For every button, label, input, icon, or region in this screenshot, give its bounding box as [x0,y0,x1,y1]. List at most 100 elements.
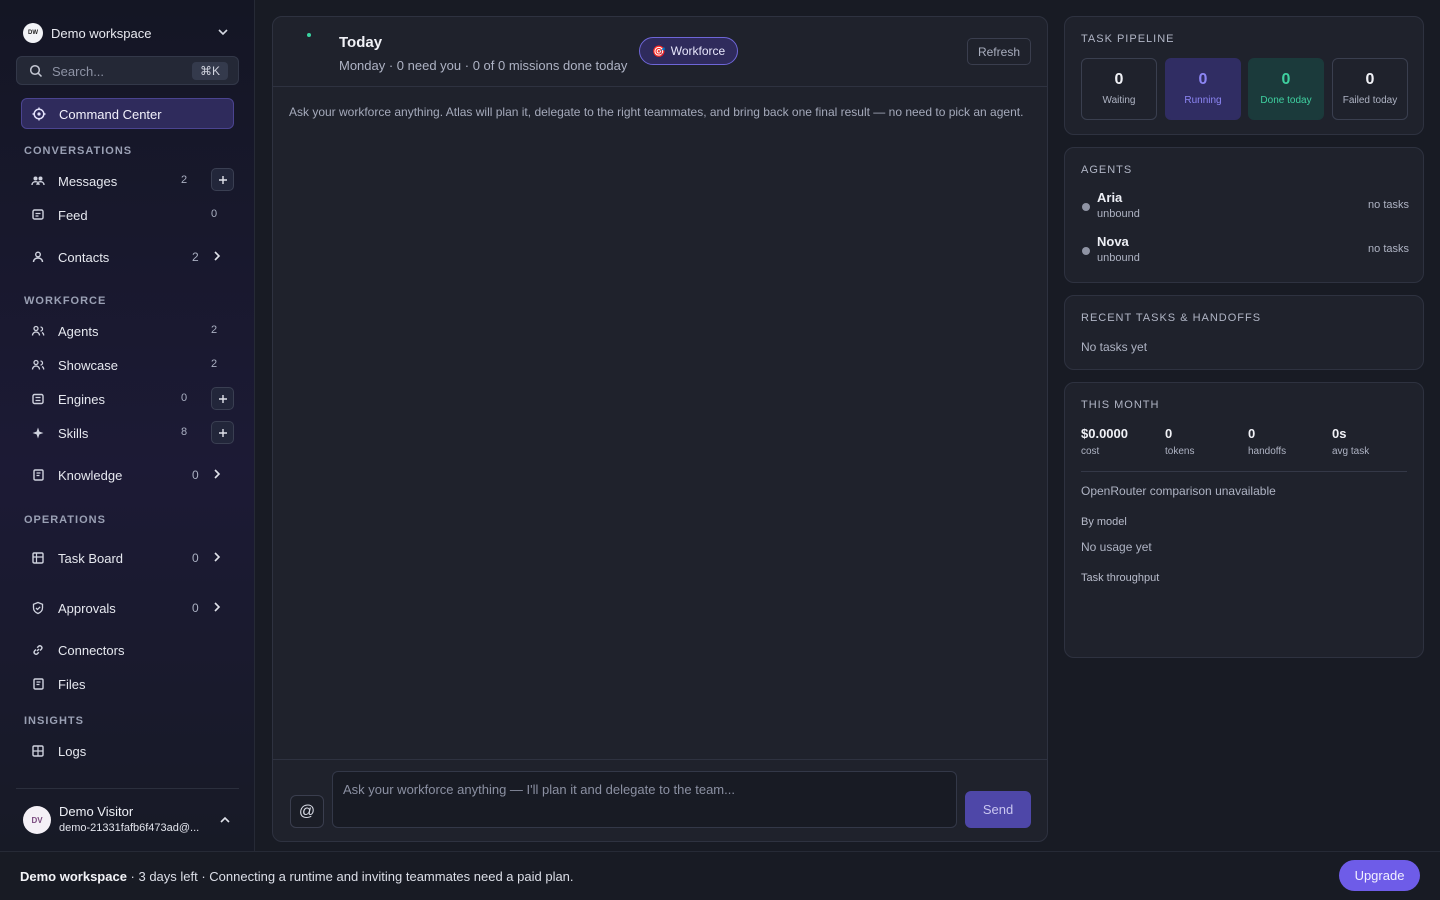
composer [332,771,957,828]
plus-icon [218,175,227,184]
recent-empty: No tasks yet [1081,340,1148,354]
showcase-count: 2 [211,358,218,370]
sidebar-item-task-board[interactable]: Task Board 0 [21,544,234,572]
link-icon [33,645,43,655]
stat-avg-task: 0s avg task [1332,426,1412,457]
stat-value: 0s [1332,426,1347,441]
workforce-label: Workforce [670,44,726,58]
sidebar-item-label: Logs [58,744,87,759]
grid-icon [32,745,44,757]
user-menu[interactable]: DV Demo Visitor demo-21331fafb6f473ad@..… [16,800,239,840]
sidebar: DW Demo workspace ⌘K Command Center CONV… [0,0,255,851]
knowledge-count: 0 [192,468,199,482]
pipeline-value: 0 [1198,71,1208,88]
openrouter-note: OpenRouter comparison unavailable [1081,484,1276,498]
agent-row[interactable]: Nova unbound no tasks [1081,234,1409,270]
send-button[interactable]: Send [965,791,1031,828]
sidebar-item-approvals[interactable]: Approvals 0 [21,594,234,622]
sidebar-item-label: Skills [58,426,89,441]
avatar: DV [23,806,51,834]
pipeline-label: Running [1184,95,1222,106]
agent-status-dot [1082,247,1090,255]
stat-handoffs: 0 handoffs [1248,426,1328,457]
sidebar-item-label: Feed [58,208,88,223]
section-operations: OPERATIONS [24,514,106,526]
sidebar-item-engines[interactable]: Engines 0 [21,385,234,413]
search-box[interactable]: ⌘K [16,56,239,85]
approvals-count: 0 [192,601,199,615]
divider [273,759,1047,760]
stat-label: cost [1081,446,1100,457]
feed-count: 0 [211,208,218,220]
sidebar-item-files[interactable]: Files [21,670,234,698]
banner-message: · 3 days left · Connecting a runtime and… [126,869,574,884]
sidebar-item-label: Approvals [58,601,116,616]
user-email: demo-21331fafb6f473ad@... [59,822,200,834]
agent-name: Nova [1097,234,1129,249]
search-input[interactable] [52,61,192,81]
pipeline-label: Waiting [1102,95,1136,106]
add-message-button[interactable] [211,168,234,191]
refresh-button[interactable]: Refresh [966,38,1031,65]
plus-icon [218,394,227,403]
workspace-switcher[interactable]: DW Demo workspace [16,18,238,48]
sidebar-item-messages[interactable]: Messages 2 [21,167,234,195]
banner-text: Demo workspace · 3 days left · Connectin… [20,869,574,884]
add-engine-button[interactable] [211,387,234,410]
agent-tasks: no tasks [1368,243,1409,255]
empty-hint: Ask your workforce anything. Atlas will … [289,105,1024,119]
agent-status-dot [1082,203,1090,211]
sidebar-item-knowledge[interactable]: Knowledge 0 [21,461,234,489]
pipeline-waiting[interactable]: 0 Waiting [1081,58,1157,120]
workspace-avatar: DW [23,23,43,43]
sidebar-item-showcase[interactable]: Showcase 2 [21,351,234,379]
sidebar-item-connectors[interactable]: Connectors [21,636,234,664]
sidebar-item-label: Task Board [58,551,124,566]
pipeline-failed[interactable]: 0 Failed today [1332,58,1408,120]
mention-button[interactable]: @ [290,795,324,828]
sidebar-item-logs[interactable]: Logs [21,737,234,765]
divider [1081,471,1407,472]
stat-value: 0 [1165,426,1173,441]
users-icon [31,176,45,186]
add-skill-button[interactable] [211,421,234,444]
task-pipeline-card: TASK PIPELINE 0 Waiting 0 Running 0 Done… [1064,16,1424,135]
composer-input[interactable] [343,782,943,818]
main-panel: Today Monday · 0 need you · 0 of 0 missi… [272,16,1048,842]
upgrade-button[interactable]: Upgrade [1339,860,1420,891]
agent-row[interactable]: Aria unbound no tasks [1081,190,1409,226]
sidebar-item-skills[interactable]: Skills 8 [21,419,234,447]
engines-count: 0 [181,392,188,404]
target-emoji-icon: 🎯 [652,45,666,58]
agent-name: Aria [1097,190,1123,205]
sidebar-item-label: Files [58,677,86,692]
search-icon [29,64,43,78]
pipeline-label: Done today [1260,95,1312,106]
sidebar-item-label: Messages [58,174,118,189]
server-icon [32,393,44,405]
sidebar-item-contacts[interactable]: Contacts 2 [21,243,234,271]
card-title: TASK PIPELINE [1081,33,1175,45]
sidebar-item-label: Knowledge [58,468,123,483]
section-conversations: CONVERSATIONS [24,145,133,157]
messages-count: 2 [181,174,188,186]
agent-status: unbound [1097,252,1140,264]
chevron-right-icon [214,552,221,562]
status-dot [307,33,311,37]
taskboard-count: 0 [192,551,199,565]
users-icon [31,325,45,336]
search-shortcut: ⌘K [191,62,228,80]
sidebar-item-command-center[interactable]: Command Center [21,98,234,129]
sidebar-item-agents[interactable]: Agents 2 [21,317,234,345]
stat-value: 0 [1248,426,1256,441]
pipeline-value: 0 [1114,71,1124,88]
sidebar-item-label: Agents [58,324,99,339]
pipeline-running[interactable]: 0 Running [1165,58,1241,120]
pipeline-done[interactable]: 0 Done today [1248,58,1324,120]
divider [16,788,239,789]
workforce-toggle[interactable]: 🎯 Workforce [639,37,739,65]
sidebar-item-feed[interactable]: Feed 0 [21,201,234,229]
recent-tasks-card: RECENT TASKS & HANDOFFS No tasks yet [1064,295,1424,370]
skills-count: 8 [181,426,188,438]
sidebar-item-label: Connectors [58,643,125,658]
